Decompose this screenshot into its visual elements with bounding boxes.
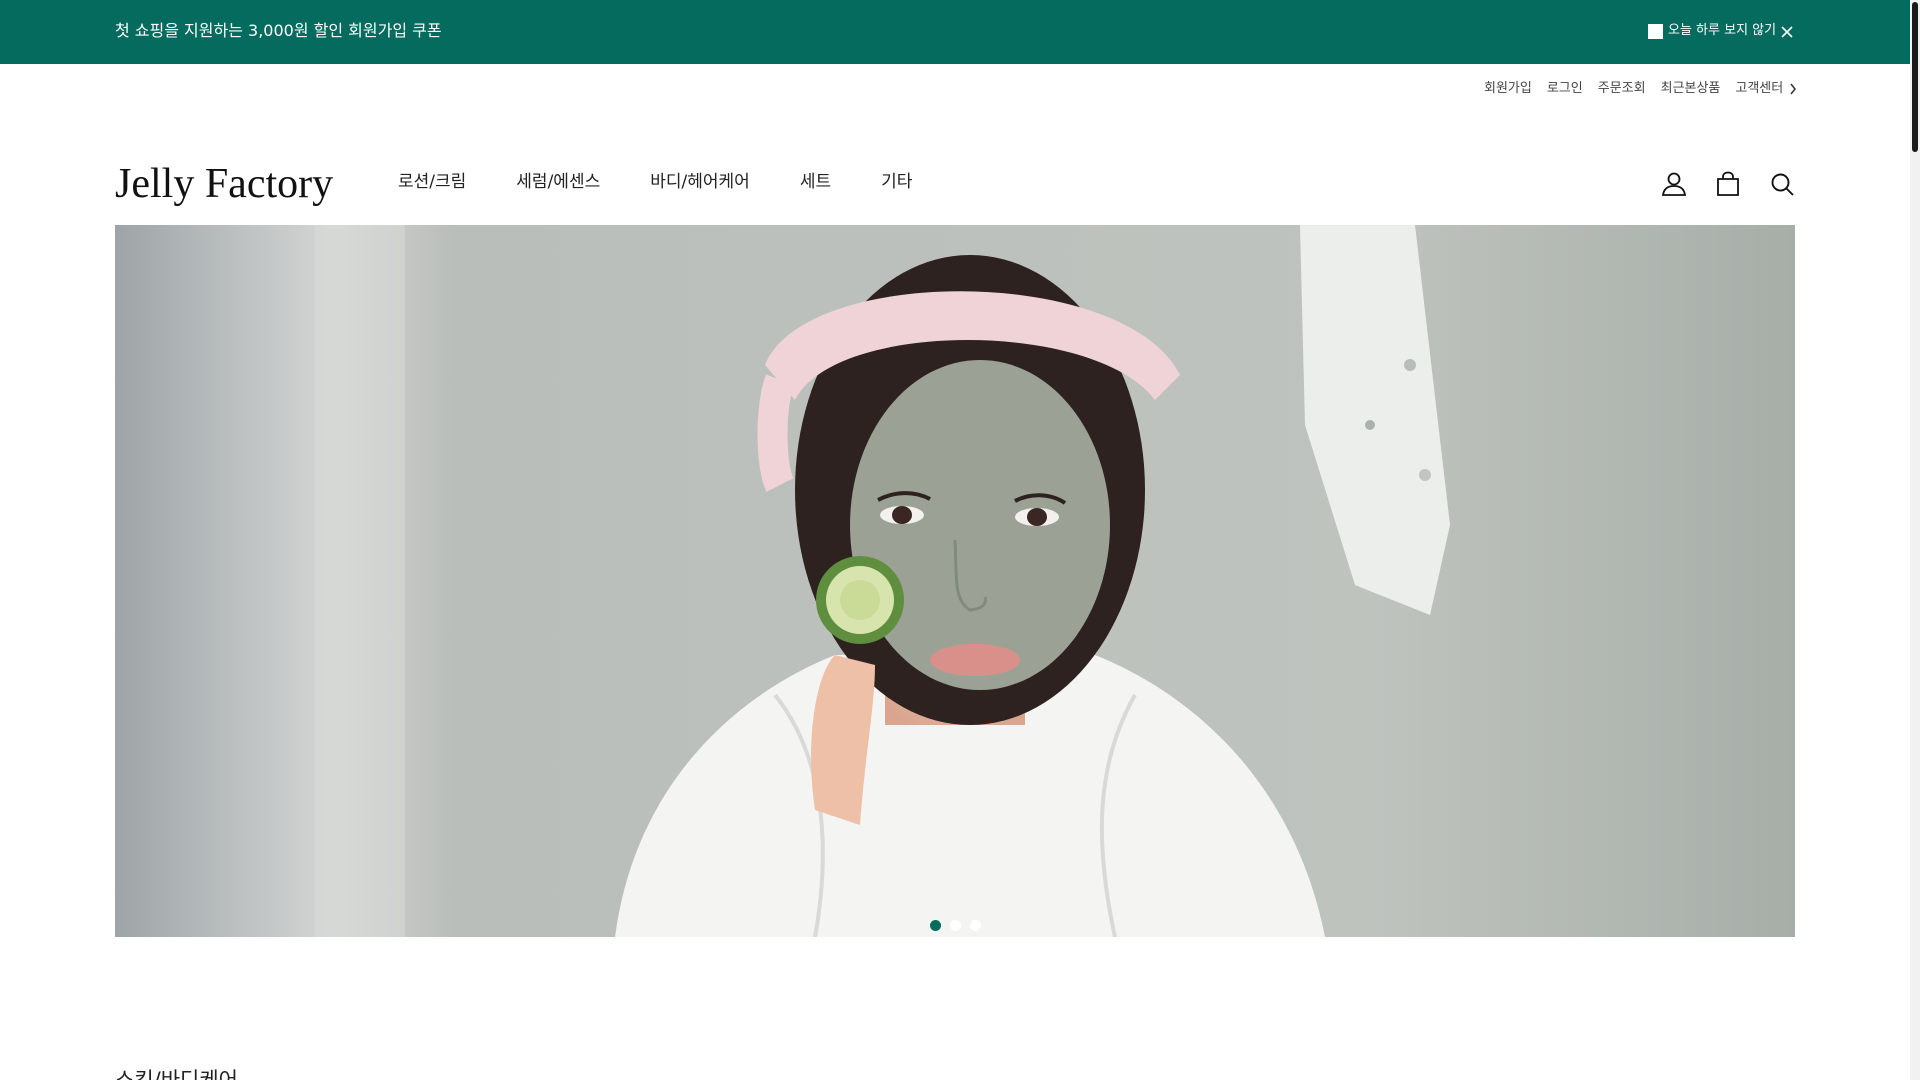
nav-item-body-haircare[interactable]: 바디/헤어케어 — [650, 170, 750, 194]
util-customer-center-link[interactable]: 고객센터 — [1735, 80, 1797, 98]
slide-dot-1[interactable] — [930, 920, 941, 931]
hide-today-label: 오늘 하루 보지 않기 — [1668, 23, 1777, 38]
slider-pagination — [930, 920, 990, 931]
nav-item-etc[interactable]: 기타 — [881, 170, 912, 194]
promo-text[interactable]: 첫 쇼핑을 지원하는 3,000원 할인 회원가입 쿠폰 — [115, 20, 442, 42]
slide-dot-3[interactable] — [970, 920, 981, 931]
main-nav: 로션/크림 세럼/에센스 바디/헤어케어 세트 기타 — [398, 170, 962, 194]
site-logo[interactable]: Jelly Factory — [115, 160, 333, 208]
slide-dot-2[interactable] — [950, 920, 961, 931]
util-recent-viewed-link[interactable]: 최근본상품 — [1661, 80, 1721, 98]
section-title: 스킨/바디케어 — [115, 1068, 238, 1080]
close-icon[interactable] — [1779, 24, 1795, 40]
page-scrollbar[interactable] — [1910, 0, 1920, 1080]
nav-item-set[interactable]: 세트 — [800, 170, 831, 194]
promo-banner: 첫 쇼핑을 지원하는 3,000원 할인 회원가입 쿠폰 오늘 하루 보지 않기 — [0, 0, 1910, 64]
util-order-lookup-link[interactable]: 주문조회 — [1598, 80, 1646, 98]
header-icons — [1660, 170, 1796, 198]
util-login-link[interactable]: 로그인 — [1547, 80, 1583, 98]
hero-image — [115, 225, 1795, 937]
nav-item-lotion-cream[interactable]: 로션/크림 — [398, 170, 466, 194]
utility-nav: 회원가입 로그인 주문조회 최근본상품 고객센터 — [1484, 80, 1797, 98]
customer-center-label: 고객센터 — [1735, 81, 1784, 96]
user-icon[interactable] — [1660, 170, 1688, 198]
util-signup-link[interactable]: 회원가입 — [1484, 80, 1532, 98]
chevron-right-icon — [1790, 83, 1797, 95]
hide-today-checkbox[interactable] — [1648, 23, 1663, 39]
hide-today-toggle[interactable]: 오늘 하루 보지 않기 — [1648, 22, 1776, 40]
scrollbar-thumb[interactable] — [1912, 2, 1918, 152]
shopping-bag-icon[interactable] — [1714, 170, 1742, 198]
search-icon[interactable] — [1768, 170, 1796, 198]
hero-slider[interactable] — [115, 225, 1795, 937]
nav-item-serum-essence[interactable]: 세럼/에센스 — [516, 170, 600, 194]
